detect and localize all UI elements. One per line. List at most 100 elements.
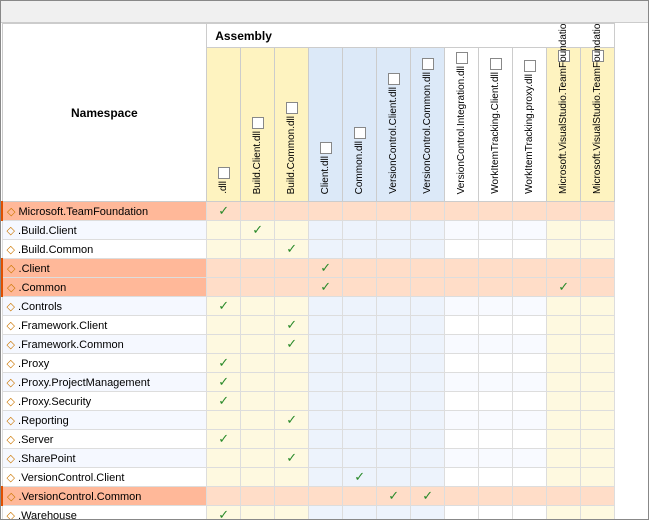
col-header-4: Common.dll [343,48,377,202]
data-cell-2-3 [309,240,343,259]
data-cell-6-1 [241,316,275,335]
data-cell-12-11 [581,430,615,449]
data-cell-10-3 [309,392,343,411]
table-row: ◇ .Reporting✓ [2,411,615,430]
table-container: NamespaceAssembly.dllBuild.Client.dllBui… [1,23,648,519]
data-cell-0-6 [411,202,445,221]
data-cell-5-10 [547,297,581,316]
checkmark-4-3: ✓ [320,279,331,294]
data-cell-12-3 [309,430,343,449]
diamond-11: ◇ [7,415,19,427]
data-cell-15-0 [207,487,241,506]
diamond-16: ◇ [7,510,19,520]
data-cell-7-11 [581,335,615,354]
ns-name-3: .Client [19,263,50,275]
data-cell-11-7 [445,411,479,430]
data-cell-1-0 [207,221,241,240]
data-cell-4-1 [241,278,275,297]
data-cell-11-8 [479,411,513,430]
data-cell-12-10 [547,430,581,449]
data-cell-0-7 [445,202,479,221]
data-cell-4-8 [479,278,513,297]
data-cell-11-4 [343,411,377,430]
table-row: ◇ .VersionControl.Client✓ [2,468,615,487]
col-label-3: Client.dll [320,156,331,194]
col-checkbox-1[interactable] [252,117,264,129]
ns-cell-1: ◇ .Build.Client [2,221,207,240]
data-cell-14-3 [309,468,343,487]
data-cell-7-6 [411,335,445,354]
col-checkbox-5[interactable] [388,73,400,85]
data-cell-14-1 [241,468,275,487]
data-cell-0-4 [343,202,377,221]
data-cell-15-5: ✓ [377,487,411,506]
data-cell-13-7 [445,449,479,468]
data-cell-8-11 [581,354,615,373]
data-cell-12-8 [479,430,513,449]
data-cell-3-10 [547,259,581,278]
col-checkbox-4[interactable] [354,127,366,139]
data-cell-9-6 [411,373,445,392]
data-cell-7-7 [445,335,479,354]
data-cell-14-2 [275,468,309,487]
col-checkbox-9[interactable] [524,60,536,72]
data-cell-11-5 [377,411,411,430]
data-cell-10-7 [445,392,479,411]
data-cell-0-5 [377,202,411,221]
col-checkbox-3[interactable] [320,142,332,154]
data-cell-1-3 [309,221,343,240]
data-cell-9-10 [547,373,581,392]
ns-cell-2: ◇ .Build.Common [2,240,207,259]
data-cell-15-3 [309,487,343,506]
col-checkbox-7[interactable] [456,52,468,64]
data-cell-4-4 [343,278,377,297]
data-cell-16-6 [411,506,445,520]
table-row: ◇ .Framework.Common✓ [2,335,615,354]
col-label-9: WorkItemTracking.proxy.dll [524,74,535,194]
checkmark-6-2: ✓ [286,317,297,332]
checkmark-11-2: ✓ [286,412,297,427]
col-checkbox-0[interactable] [218,167,230,179]
data-cell-2-5 [377,240,411,259]
ns-name-16: .Warehouse [18,510,77,520]
ns-cell-16: ◇ .Warehouse [2,506,207,520]
data-cell-12-5 [377,430,411,449]
data-cell-3-3: ✓ [309,259,343,278]
data-cell-2-9 [513,240,547,259]
data-cell-7-9 [513,335,547,354]
data-cell-5-0: ✓ [207,297,241,316]
data-cell-13-0 [207,449,241,468]
col-header-1: Build.Client.dll [241,48,275,202]
data-cell-15-10 [547,487,581,506]
col-label-11: Microsoft.VisualStudio.TeamFoundation.Cl… [592,64,603,194]
data-cell-8-8 [479,354,513,373]
ns-name-14: .VersionControl.Client [18,472,124,484]
ns-cell-5: ◇ .Controls [2,297,207,316]
data-cell-3-4 [343,259,377,278]
ns-cell-7: ◇ .Framework.Common [2,335,207,354]
col-label-2: Build.Common.dll [286,116,297,194]
data-cell-5-7 [445,297,479,316]
table-row: ◇ .Proxy.ProjectManagement✓ [2,373,615,392]
data-cell-5-9 [513,297,547,316]
col-checkbox-8[interactable] [490,58,502,70]
data-cell-3-9 [513,259,547,278]
ns-name-15: .VersionControl.Common [19,491,142,503]
data-cell-6-11 [581,316,615,335]
data-cell-11-10 [547,411,581,430]
data-cell-4-2 [275,278,309,297]
data-cell-8-5 [377,354,411,373]
ns-name-5: .Controls [18,301,62,313]
ns-name-6: .Framework.Client [18,320,107,332]
data-cell-15-4 [343,487,377,506]
data-cell-9-4 [343,373,377,392]
data-cell-4-11 [581,278,615,297]
col-label-10: Microsoft.VisualStudio.TeamFoundation.dl… [558,64,569,194]
checkmark-4-10: ✓ [558,279,569,294]
col-checkbox-6[interactable] [422,58,434,70]
col-checkbox-2[interactable] [286,102,298,114]
data-cell-2-4 [343,240,377,259]
data-cell-11-6 [411,411,445,430]
checkmark-5-0: ✓ [218,298,229,313]
data-cell-0-1 [241,202,275,221]
